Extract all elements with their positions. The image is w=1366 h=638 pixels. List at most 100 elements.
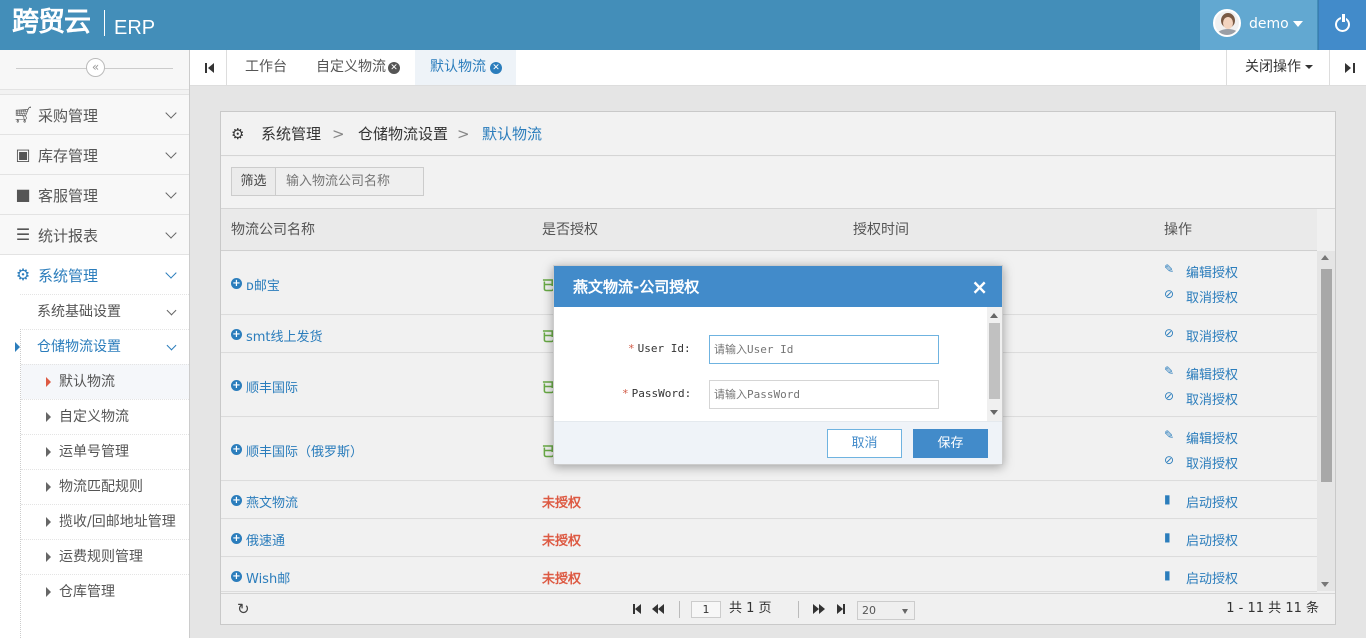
- user-id-field[interactable]: [709, 335, 939, 364]
- logo-divider: [104, 10, 105, 36]
- briefcase-icon: ■: [15, 185, 31, 204]
- scroll-down-icon[interactable]: [990, 410, 998, 415]
- step-backward-icon: [205, 63, 215, 73]
- scroll-up-icon[interactable]: [990, 313, 998, 318]
- page-number-input[interactable]: 1: [691, 601, 721, 618]
- top-navbar: 跨贸云 ERP demo: [0, 0, 1366, 50]
- ban-icon: ⊘: [1164, 389, 1175, 403]
- scroll-up-icon[interactable]: [1321, 255, 1329, 260]
- expand-icon[interactable]: +: [231, 444, 242, 455]
- table-row: + Wish邮 未授权 ▮ 启动授权: [221, 558, 1317, 592]
- user-menu[interactable]: demo: [1200, 0, 1317, 50]
- scroll-down-icon[interactable]: [1321, 582, 1329, 587]
- expand-icon[interactable]: +: [231, 495, 242, 506]
- tab-label: 默认物流: [430, 59, 486, 75]
- brand-logo[interactable]: 跨贸云: [12, 6, 91, 40]
- sidebar-item-reports[interactable]: ☰ 统计报表: [0, 214, 189, 254]
- sidebar-item-freight-rules[interactable]: 运费规则管理: [21, 539, 189, 574]
- breadcrumb-item[interactable]: 系统管理: [261, 112, 321, 156]
- filter-bar: 筛选: [221, 157, 1335, 209]
- filter-input[interactable]: [276, 167, 424, 196]
- next-page-icon[interactable]: [813, 604, 827, 614]
- sidebar-item-matching-rules[interactable]: 物流匹配规则: [21, 469, 189, 504]
- auth-status: 未授权: [542, 572, 582, 587]
- carrier-name[interactable]: 俄速通: [246, 530, 285, 549]
- close-icon[interactable]: ×: [971, 276, 988, 298]
- first-page-icon[interactable]: [633, 604, 642, 614]
- table-header: 物流公司名称 是否授权 授权时间 操作: [221, 209, 1317, 251]
- carrier-name[interactable]: 顺丰国际（俄罗斯）: [246, 441, 363, 460]
- sidebar-collapse-row: «: [0, 50, 189, 90]
- tab-scroll-first-button[interactable]: [190, 50, 227, 85]
- carrier-name[interactable]: 顺丰国际: [246, 377, 298, 396]
- cancel-button[interactable]: 取消: [827, 429, 902, 458]
- expand-icon[interactable]: +: [231, 329, 242, 340]
- cart-icon: 🛒︎: [13, 105, 34, 124]
- tab-scroll-last-button[interactable]: [1329, 50, 1366, 85]
- password-field[interactable]: [709, 380, 939, 409]
- page-size-select[interactable]: 20: [857, 601, 915, 620]
- column-header: 物流公司名称: [231, 222, 315, 238]
- chevron-down-icon: [166, 340, 177, 351]
- sidebar-item-default-logistics[interactable]: 默认物流: [21, 364, 189, 399]
- tab-default-logistics[interactable]: 默认物流 ✕: [415, 50, 516, 85]
- sidebar-item-custom-logistics[interactable]: 自定义物流: [21, 399, 189, 434]
- save-button[interactable]: 保存: [913, 429, 988, 458]
- gear-icon: ⚙: [15, 265, 31, 284]
- carrier-name[interactable]: smt线上发货: [246, 326, 323, 345]
- sidebar: « 🛒︎ 采购管理 ▣ 库存管理 ■ 客服管理 ☰ 统计报表 ⚙ 系统管理 系统…: [0, 50, 190, 638]
- close-operations-dropdown[interactable]: 关闭操作: [1226, 50, 1345, 85]
- ban-icon: ⊘: [1164, 326, 1175, 340]
- password-label: * PassWord:: [622, 387, 692, 400]
- logout-button[interactable]: [1318, 0, 1366, 50]
- breadcrumb-separator: >: [332, 125, 345, 143]
- sidebar-item-label: 统计报表: [38, 227, 99, 245]
- avatar: [1213, 9, 1241, 37]
- sidebar-item-waybill[interactable]: 运单号管理: [21, 434, 189, 469]
- sidebar-item-address[interactable]: 揽收/回邮地址管理: [21, 504, 189, 539]
- carrier-name[interactable]: ᴅ邮宝: [246, 275, 280, 294]
- caret-down-icon: [1293, 21, 1303, 27]
- power-icon: [1335, 14, 1350, 32]
- pagination-bar: ↻ 1 共 1 页 20 1 - 11 共 11 条: [221, 593, 1335, 624]
- scrollbar-thumb[interactable]: [989, 323, 1000, 399]
- sidebar-collapse-button[interactable]: «: [86, 58, 105, 77]
- close-icon[interactable]: ✕: [388, 62, 400, 74]
- table-row: + 燕文物流 未授权 ▮ 启动授权: [221, 482, 1317, 519]
- authorization-dialog: 燕文物流-公司授权 × *User Id: *PassWord: 取消 保存: [553, 265, 1003, 465]
- sidebar-item-customer-service[interactable]: ■ 客服管理: [0, 174, 189, 214]
- prev-page-icon[interactable]: [652, 604, 666, 614]
- refresh-icon[interactable]: ↻: [237, 594, 250, 624]
- sidebar-item-logistics-settings[interactable]: 仓储物流设置: [15, 329, 189, 364]
- tab-label: 工作台: [245, 59, 287, 75]
- close-icon[interactable]: ✕: [490, 62, 502, 74]
- tab-workbench[interactable]: 工作台: [227, 50, 302, 85]
- bookmark-icon: ▮: [1164, 568, 1171, 582]
- scrollbar-thumb[interactable]: [1321, 269, 1332, 482]
- carrier-name[interactable]: 燕文物流: [246, 492, 298, 511]
- expand-icon[interactable]: +: [231, 278, 242, 289]
- edit-icon: ✎: [1164, 428, 1175, 442]
- sidebar-item-inventory[interactable]: ▣ 库存管理: [0, 134, 189, 174]
- bookmark-icon: ▮: [1164, 530, 1171, 544]
- chevron-down-icon: [165, 187, 177, 199]
- column-header: 授权时间: [853, 222, 909, 238]
- chevron-down-icon: [165, 227, 177, 239]
- expand-icon[interactable]: +: [231, 533, 242, 544]
- table-scrollbar[interactable]: [1317, 251, 1335, 591]
- expand-icon[interactable]: +: [231, 380, 242, 391]
- dialog-footer: 取消 保存: [554, 421, 1002, 464]
- sidebar-item-basic-settings[interactable]: 系统基础设置: [20, 294, 189, 329]
- carrier-name[interactable]: Wish邮: [246, 568, 290, 587]
- tab-custom-logistics[interactable]: 自定义物流 ✕: [302, 50, 415, 85]
- sidebar-item-warehouse[interactable]: 仓库管理: [21, 574, 189, 609]
- last-page-icon[interactable]: [837, 604, 846, 614]
- sidebar-item-system[interactable]: ⚙ 系统管理: [0, 254, 189, 294]
- caret-right-icon: [46, 587, 51, 597]
- dialog-scrollbar[interactable]: [987, 307, 1002, 421]
- breadcrumb-item[interactable]: 仓储物流设置: [358, 112, 448, 156]
- sidebar-item-label: 库存管理: [38, 147, 99, 165]
- expand-icon[interactable]: +: [231, 571, 242, 582]
- caret-right-icon: [46, 552, 51, 562]
- sidebar-item-purchase[interactable]: 🛒︎ 采购管理: [0, 94, 189, 134]
